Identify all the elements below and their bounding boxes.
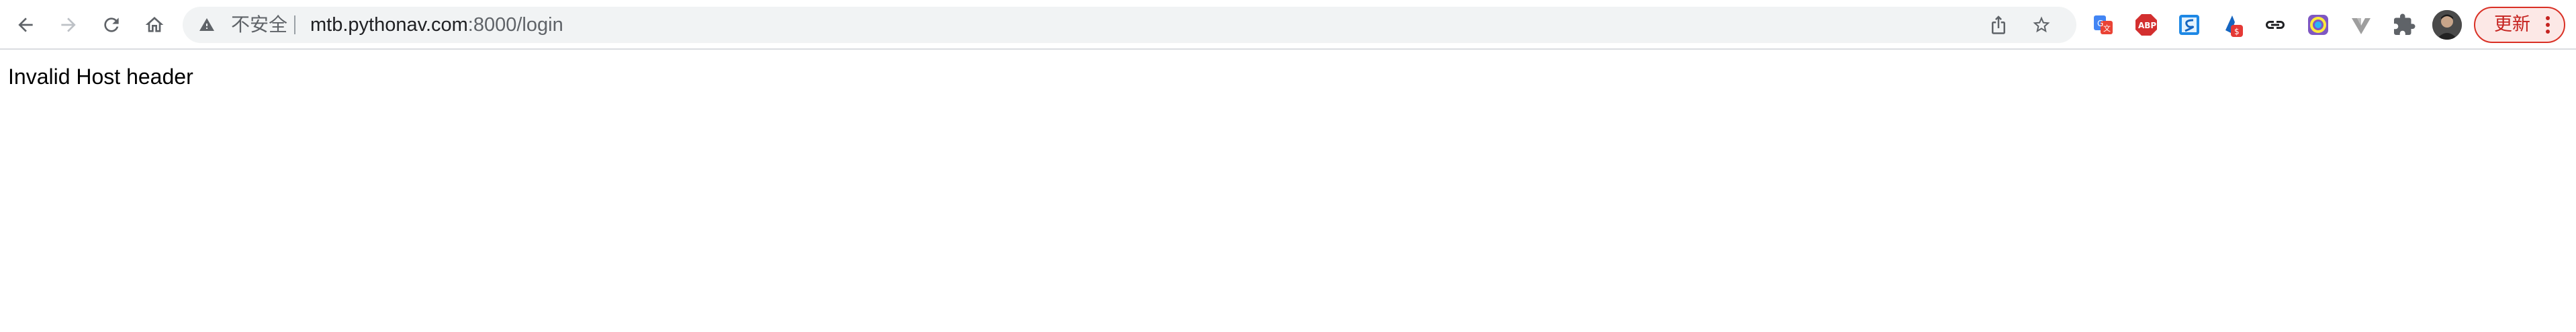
person-icon	[2432, 10, 2462, 40]
link-icon	[2266, 21, 2285, 29]
puzzle-icon	[2394, 13, 2416, 35]
update-button[interactable]: 更新	[2474, 7, 2565, 43]
profile-avatar[interactable]	[2432, 10, 2462, 40]
reload-icon	[104, 17, 119, 32]
browser-toolbar: 不安全 mtb.pythonav.com:8000/login G 文 ABP	[0, 0, 2576, 50]
reload-button[interactable]	[95, 9, 128, 41]
svg-text:ABP: ABP	[2138, 21, 2156, 30]
extension-color[interactable]	[2306, 13, 2330, 37]
page-message: Invalid Host header	[8, 65, 193, 89]
address-bar[interactable]: 不安全 mtb.pythonav.com:8000/login	[183, 7, 2076, 43]
extension-translate[interactable]: G 文	[2091, 13, 2115, 37]
security-status-label[interactable]: 不安全	[231, 7, 287, 43]
bookmark-button[interactable]	[2031, 14, 2052, 36]
svg-text:G: G	[2097, 19, 2103, 28]
warning-icon[interactable]	[199, 17, 215, 33]
more-vert-icon	[2546, 16, 2550, 34]
extension-link[interactable]	[2263, 13, 2287, 37]
url-text[interactable]: mtb.pythonav.com:8000/login	[310, 7, 563, 43]
extension-s[interactable]	[2177, 13, 2201, 37]
color-picker-icon	[2308, 15, 2328, 35]
home-button[interactable]	[138, 9, 171, 41]
omnibox-divider	[294, 15, 295, 34]
extension-vue[interactable]	[2349, 13, 2373, 37]
share-button[interactable]	[1988, 14, 2009, 36]
star-icon	[2033, 16, 2050, 33]
adblock-plus-icon: ABP	[2135, 14, 2157, 36]
vue-devtools-icon	[2352, 18, 2371, 34]
share-icon	[1992, 15, 2005, 34]
forward-button[interactable]	[52, 9, 85, 41]
extension-badge[interactable]: $	[2220, 13, 2244, 37]
url-path: :8000/login	[467, 14, 563, 36]
google-translate-icon: G 文	[2094, 15, 2113, 34]
ext-badge-icon: $	[2225, 15, 2243, 37]
back-button[interactable]	[9, 9, 42, 41]
back-arrow-icon	[18, 17, 33, 32]
forward-arrow-icon	[61, 17, 76, 32]
url-host: mtb.pythonav.com	[310, 14, 468, 36]
home-icon	[145, 17, 164, 32]
svg-text:$: $	[2234, 27, 2240, 36]
extension-adblock[interactable]: ABP	[2134, 13, 2158, 37]
s-extension-icon	[2179, 15, 2199, 35]
svg-text:文: 文	[2103, 24, 2111, 33]
update-label: 更新	[2494, 14, 2530, 35]
extensions-menu[interactable]	[2392, 13, 2416, 37]
